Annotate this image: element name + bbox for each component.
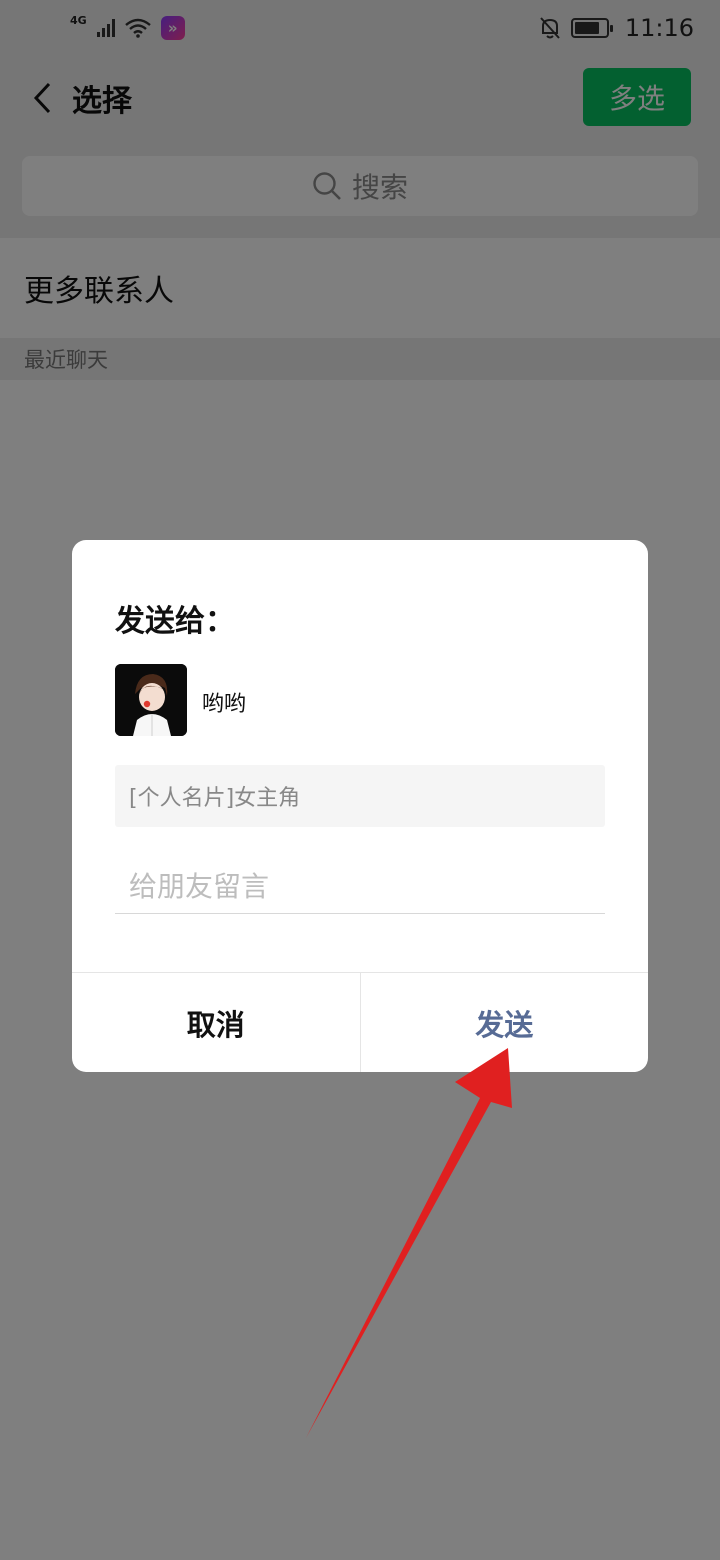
dialog-actions: 取消 发送 bbox=[72, 972, 648, 1072]
send-button[interactable]: 发送 bbox=[361, 973, 649, 1072]
message-input[interactable] bbox=[115, 860, 605, 914]
avatar bbox=[115, 664, 187, 736]
dialog-title: 发送给： bbox=[115, 604, 235, 639]
recipient-name: 哟哟 bbox=[202, 692, 247, 717]
send-dialog: 发送给： 哟哟 [个人名片]女主角 取消 发送 bbox=[72, 540, 648, 1072]
avatar-image bbox=[115, 664, 187, 736]
contact-card-preview: [个人名片]女主角 bbox=[115, 765, 605, 827]
cancel-button[interactable]: 取消 bbox=[72, 973, 361, 1072]
